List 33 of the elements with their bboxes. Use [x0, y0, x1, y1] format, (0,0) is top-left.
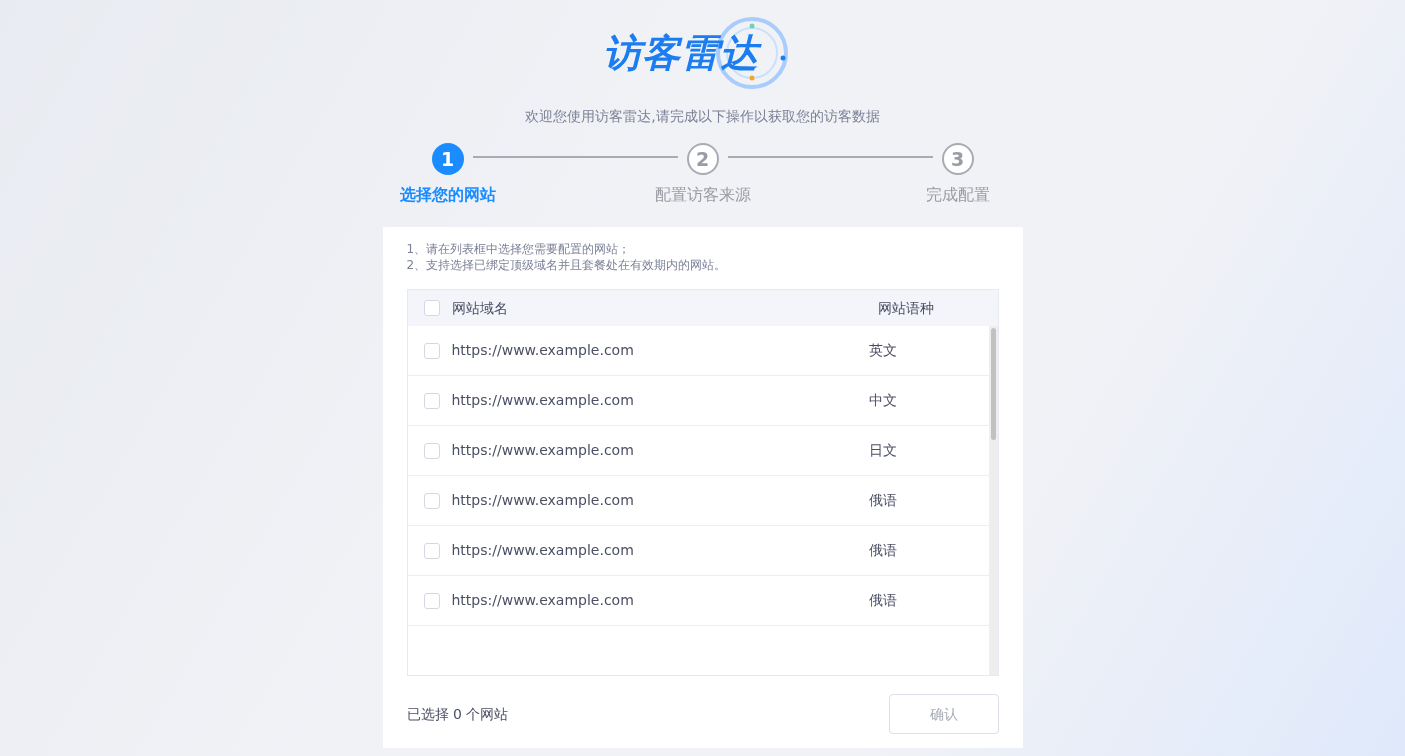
language-cell-text: 日文: [868, 441, 898, 460]
step-label: 配置访客来源: [654, 184, 751, 206]
row-checkbox[interactable]: [423, 392, 440, 409]
row-checkbox[interactable]: [423, 492, 440, 509]
step-number[interactable]: 3: [941, 143, 974, 175]
domain-cell-text: https://www.example.com: [451, 541, 635, 560]
step-label: 完成配置: [925, 184, 990, 206]
language-cell-text: 中文: [868, 391, 898, 410]
column-header: 网站语种: [877, 298, 935, 318]
language-cell-text: 俄语: [868, 591, 898, 610]
row-checkbox[interactable]: [423, 342, 440, 359]
row-checkbox[interactable]: [423, 542, 440, 559]
select-all-checkbox[interactable]: [423, 300, 440, 316]
step-label: 选择您的网站: [399, 184, 496, 206]
instruction-text: 1、请在列表框中选择您需要配置的网站；: [406, 241, 632, 257]
scrollbar-thumb[interactable]: [990, 328, 996, 440]
column-header: 网站域名: [451, 298, 509, 318]
domain-cell-text: https://www.example.com: [451, 391, 635, 410]
instruction-text: 2、支持选择已绑定顶级域名并且套餐处在有效期内的网站。: [406, 257, 728, 273]
scrollbar[interactable]: [988, 326, 998, 675]
language-cell-text: 俄语: [868, 541, 898, 560]
row-checkbox[interactable]: [423, 442, 440, 459]
domain-cell-text: https://www.example.com: [451, 341, 635, 360]
step-number[interactable]: 2: [686, 143, 719, 175]
row-checkbox[interactable]: [423, 592, 440, 609]
selection-summary: 已选择 0 个网站: [406, 704, 509, 724]
step-number[interactable]: 1: [431, 143, 464, 175]
domain-cell-text: https://www.example.com: [451, 491, 635, 510]
domain-cell-text: https://www.example.com: [451, 591, 635, 610]
language-cell-text: 英文: [868, 341, 898, 360]
language-cell-text: 俄语: [868, 491, 898, 510]
domain-cell-text: https://www.example.com: [451, 441, 635, 460]
subtitle: 欢迎您使用访客雷达,请完成以下操作以获取您的访客数据: [525, 107, 880, 126]
